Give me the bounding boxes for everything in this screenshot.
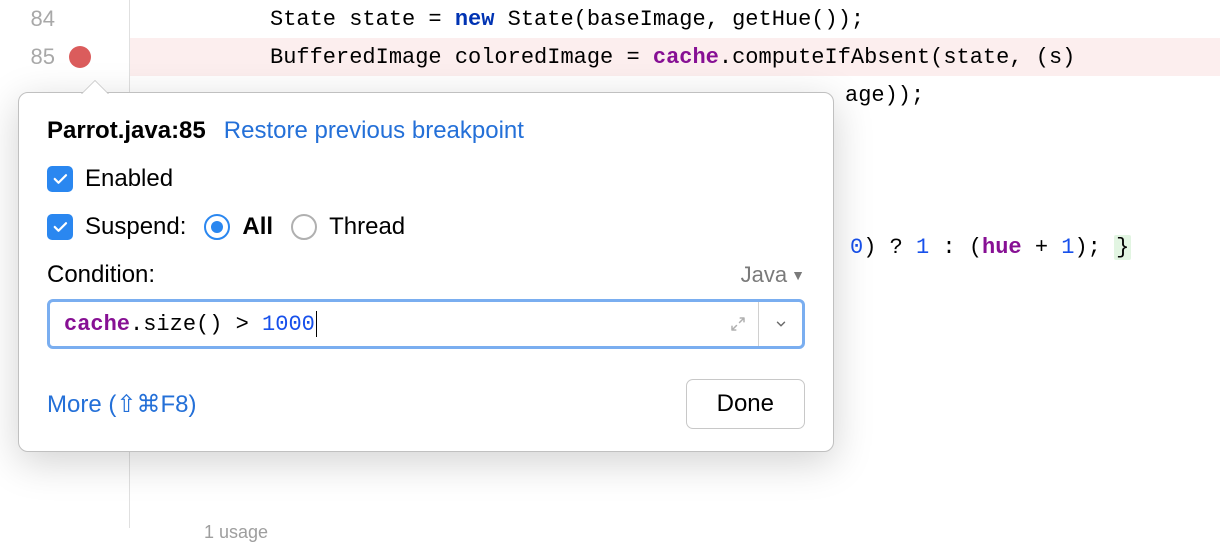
gutter-row[interactable]: 84 bbox=[0, 0, 129, 38]
check-icon bbox=[51, 218, 69, 236]
breakpoint-icon[interactable] bbox=[69, 46, 91, 68]
line-number: 85 bbox=[0, 44, 55, 70]
suspend-thread-radio[interactable] bbox=[291, 214, 317, 240]
condition-label: Condition: bbox=[47, 261, 155, 289]
code-line[interactable]: BufferedImage coloredImage = cache.compu… bbox=[130, 38, 1220, 76]
enabled-checkbox[interactable] bbox=[47, 166, 73, 192]
number-literal: 1 bbox=[1061, 235, 1074, 260]
enabled-label: Enabled bbox=[85, 165, 173, 193]
number-literal: 1000 bbox=[262, 312, 315, 337]
suspend-thread-label: Thread bbox=[329, 213, 405, 241]
chevron-down-icon bbox=[774, 317, 788, 331]
done-button[interactable]: Done bbox=[686, 379, 805, 429]
condition-header-row: Condition: Java ▼ bbox=[47, 261, 805, 289]
suspend-all-label: All bbox=[242, 213, 273, 241]
keyword-new: new bbox=[455, 7, 495, 32]
number-literal: 1 bbox=[916, 235, 929, 260]
suspend-checkbox[interactable] bbox=[47, 214, 73, 240]
restore-previous-link[interactable]: Restore previous breakpoint bbox=[224, 117, 524, 145]
condition-input[interactable]: cache.size() > 1000 bbox=[50, 302, 718, 346]
code-text: ) ? bbox=[863, 235, 916, 260]
suspend-label: Suspend: bbox=[85, 213, 186, 241]
condition-history-dropdown[interactable] bbox=[758, 302, 802, 346]
field-hue: hue bbox=[982, 235, 1022, 260]
popup-arrow bbox=[81, 81, 109, 95]
code-text: + bbox=[1022, 235, 1062, 260]
code-text: State(baseImage, getHue()); bbox=[494, 7, 864, 32]
code-text: age)); bbox=[845, 83, 924, 108]
language-dropdown[interactable]: Java ▼ bbox=[741, 262, 805, 288]
breakpoint-popup: Parrot.java:85 Restore previous breakpoi… bbox=[18, 92, 834, 452]
popup-header: Parrot.java:85 Restore previous breakpoi… bbox=[47, 117, 805, 145]
popup-footer: More (⇧⌘F8) Done bbox=[47, 379, 805, 429]
condition-input-wrap: cache.size() > 1000 bbox=[47, 299, 805, 349]
gutter-row[interactable]: 85 bbox=[0, 38, 129, 76]
suspend-all-radio[interactable] bbox=[204, 214, 230, 240]
code-text: State state = bbox=[270, 7, 455, 32]
line-number: 84 bbox=[0, 6, 55, 32]
suspend-row: Suspend: All Thread bbox=[47, 213, 805, 241]
language-label: Java bbox=[741, 262, 787, 288]
number-literal: 0 bbox=[850, 235, 863, 260]
field-cache: cache bbox=[653, 45, 719, 70]
enabled-row: Enabled bbox=[47, 165, 805, 193]
code-text: : ( bbox=[929, 235, 982, 260]
code-text: .size() > bbox=[130, 312, 262, 337]
check-icon bbox=[51, 170, 69, 188]
field-cache: cache bbox=[64, 312, 130, 337]
code-line[interactable]: State state = new State(baseImage, getHu… bbox=[130, 0, 1220, 38]
text-cursor bbox=[316, 311, 317, 337]
more-link[interactable]: More (⇧⌘F8) bbox=[47, 390, 196, 419]
code-text: .computeIfAbsent(state, (s) bbox=[719, 45, 1075, 70]
expand-icon[interactable] bbox=[718, 302, 758, 346]
code-text: ); bbox=[1074, 235, 1114, 260]
popup-title: Parrot.java:85 bbox=[47, 117, 206, 145]
chevron-down-icon: ▼ bbox=[791, 267, 805, 283]
closing-brace: } bbox=[1114, 235, 1131, 260]
usages-hint[interactable]: 1 usage bbox=[204, 522, 268, 543]
code-text: BufferedImage coloredImage = bbox=[270, 45, 653, 70]
